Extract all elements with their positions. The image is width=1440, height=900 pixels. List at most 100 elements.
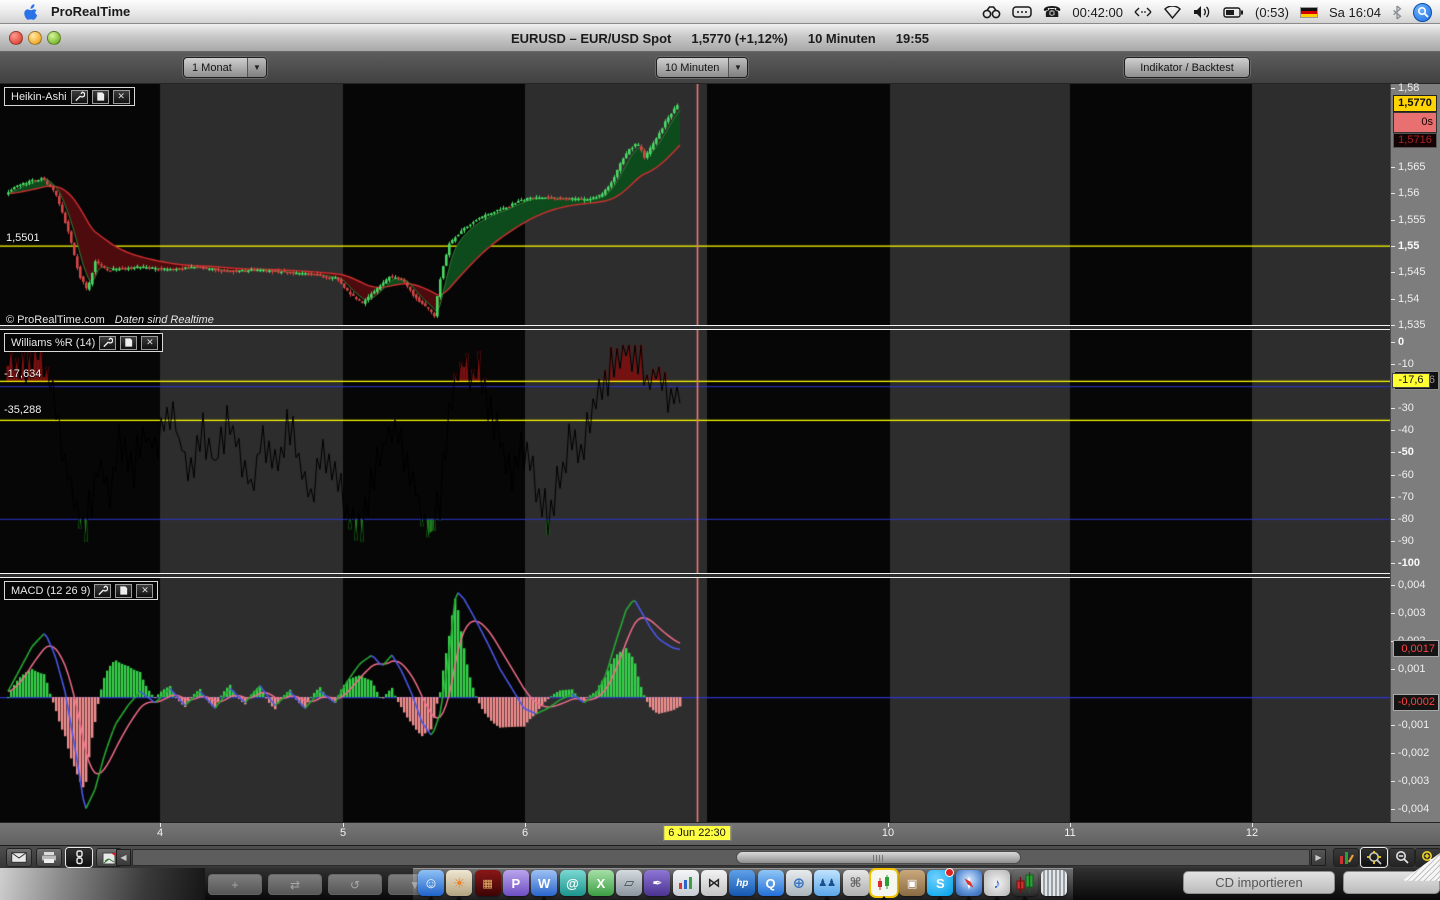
running-app-indicator: [965, 896, 973, 900]
dock-item-trash[interactable]: [1041, 870, 1067, 896]
itunes-add-button[interactable]: +: [208, 874, 262, 895]
mail-icon[interactable]: [6, 848, 32, 867]
keypad-icon[interactable]: [1012, 0, 1032, 24]
title-symbol: EURUSD – EUR/USD Spot: [511, 31, 671, 46]
battery-icon[interactable]: [1223, 0, 1244, 24]
dock-item-word[interactable]: W: [531, 870, 557, 896]
time-axis-strip[interactable]: 4561011126 Jun 22:30: [0, 822, 1440, 845]
dock-item-photo-viewer[interactable]: ▣: [899, 870, 925, 896]
time-tick-label: 5: [340, 827, 346, 839]
apple-menu-icon[interactable]: [22, 3, 37, 20]
menu-clock[interactable]: Sa 16:04: [1329, 5, 1381, 20]
dock-item-ink[interactable]: ✒: [644, 870, 670, 896]
german-flag-icon[interactable]: [1300, 7, 1318, 18]
dock-item-chart-tool[interactable]: [673, 870, 699, 896]
zoom-area-icon[interactable]: [1361, 848, 1387, 867]
close-panel-icon[interactable]: ✕: [113, 90, 130, 104]
axis-value-box: 0s: [1393, 112, 1437, 133]
title-quote: 1,5770 (+1,12%): [691, 31, 787, 46]
axis-tick-label: 1,55: [1391, 240, 1439, 252]
axis-tick-label: 1,535: [1391, 319, 1439, 331]
cd-import-button[interactable]: CD importieren: [1183, 871, 1335, 894]
phone-icon[interactable]: ☎: [1043, 0, 1062, 24]
dock-item-powerpoint[interactable]: P: [503, 870, 529, 896]
cursor-date-label: 6 Jun 22:30: [663, 825, 731, 841]
scrollbar-thumb[interactable]: [736, 851, 1021, 864]
dock-item-safari[interactable]: [956, 870, 982, 896]
range-select[interactable]: 1 Monat ▼: [183, 57, 267, 78]
sync-arrows-icon[interactable]: [1134, 0, 1152, 24]
axis-tick-label: -30: [1391, 402, 1439, 414]
dock-item-prorealtime[interactable]: [871, 870, 897, 896]
itunes-repeat-button[interactable]: ↺: [328, 874, 382, 895]
scroll-right-button[interactable]: ▶: [1311, 849, 1326, 866]
call-timer: 00:42:00: [1072, 5, 1123, 20]
indicator-settings-icon[interactable]: [99, 336, 116, 350]
detach-panel-icon[interactable]: [120, 336, 137, 350]
itunes-shuffle-button[interactable]: ⇄: [268, 874, 322, 895]
macd-chart-canvas[interactable]: [0, 578, 1390, 822]
spotlight-icon[interactable]: [1413, 3, 1432, 22]
dock-item-keynote[interactable]: ▱: [616, 870, 642, 896]
axis-tick-label: 0,001: [1391, 663, 1439, 675]
running-app-indicator: [455, 896, 463, 900]
battery-time: (0:53): [1255, 5, 1289, 20]
dock-item-excel[interactable]: X: [588, 870, 614, 896]
axis-tick-label: 1,565: [1391, 161, 1439, 173]
chart-toolbar: 1 Monat ▼ 10 Minuten ▼ Indikator / Backt…: [0, 52, 1440, 84]
price-chart-canvas[interactable]: [0, 84, 1390, 325]
running-app-indicator: [993, 896, 1001, 900]
running-app-indicator: [1021, 896, 1029, 900]
time-scrollbar[interactable]: [132, 849, 1310, 866]
axis-tick-label: -50: [1391, 446, 1439, 458]
dock-item-remote-desktop[interactable]: ⌘: [843, 870, 869, 896]
close-panel-icon[interactable]: ✕: [136, 584, 153, 598]
axis-tick-label: -0,001: [1391, 719, 1439, 731]
time-tick-label: 10: [882, 827, 894, 839]
detach-panel-icon[interactable]: [115, 584, 132, 598]
axis-value-box: 0,0017: [1393, 640, 1439, 657]
dock-item-itunes[interactable]: ♪: [984, 870, 1010, 896]
print-icon[interactable]: [36, 848, 62, 867]
indicator-settings-icon[interactable]: [94, 584, 111, 598]
close-panel-icon[interactable]: ✕: [141, 336, 158, 350]
dock-item-iphoto[interactable]: ☀: [446, 870, 472, 896]
volume-icon[interactable]: [1193, 0, 1212, 24]
dock-item-messenger[interactable]: ♟♟: [814, 870, 840, 896]
dock-item-entourage[interactable]: @: [560, 870, 586, 896]
desktop-wallpaper-fragment: [0, 868, 205, 900]
timeframe-select[interactable]: 10 Minuten ▼: [656, 57, 748, 78]
dock-item-delicious-library[interactable]: ⋈: [701, 870, 727, 896]
dock-item-prt-candles[interactable]: [1012, 870, 1038, 896]
williams-chart-canvas[interactable]: [0, 330, 1390, 573]
screen: ProRealTime ☎ 00:42:00 (0:53) Sa 16:04 E…: [0, 0, 1440, 900]
dock-item-finder[interactable]: ☺: [418, 870, 444, 896]
williams-level-label: -35,288: [4, 404, 41, 416]
airport-icon[interactable]: [1163, 0, 1182, 24]
running-app-indicator: [427, 896, 435, 900]
panel-title: Heikin-Ashi: [11, 91, 67, 103]
dock-item-hp-utility[interactable]: hp: [729, 870, 755, 896]
price-axis-column[interactable]: 1,581,5651,561,5551,551,5451,541,5350-10…: [1390, 84, 1440, 845]
axis-value-box: -17,6: [1392, 373, 1430, 388]
panel-separator[interactable]: [0, 325, 1440, 330]
dock-item-quicktime[interactable]: Q: [758, 870, 784, 896]
dock-item-front-row[interactable]: ▦: [475, 870, 501, 896]
williams-level-label: -17,634: [4, 368, 41, 380]
axis-value-box: 1,5716: [1393, 133, 1437, 148]
zoom-out-icon[interactable]: [1389, 848, 1415, 867]
indicator-backtest-button[interactable]: Indikator / Backtest: [1124, 57, 1250, 78]
binoculars-icon[interactable]: [982, 0, 1001, 24]
dock-item-network-globe[interactable]: ⊕: [786, 870, 812, 896]
scroll-left-button[interactable]: ◀: [116, 849, 131, 866]
link-panels-icon[interactable]: [66, 848, 92, 867]
panel-separator[interactable]: [0, 573, 1440, 578]
bluetooth-icon[interactable]: [1392, 0, 1402, 24]
window-title-bar[interactable]: EURUSD – EUR/USD Spot 1,5770 (+1,12%) 10…: [0, 24, 1440, 52]
detach-panel-icon[interactable]: [92, 90, 109, 104]
design-tools-icon[interactable]: [1333, 848, 1359, 867]
axis-tick-label: -40: [1391, 424, 1439, 436]
indicator-settings-icon[interactable]: [71, 90, 88, 104]
axis-tick-label: 1,58: [1391, 82, 1439, 94]
active-app-name[interactable]: ProRealTime: [51, 4, 130, 19]
